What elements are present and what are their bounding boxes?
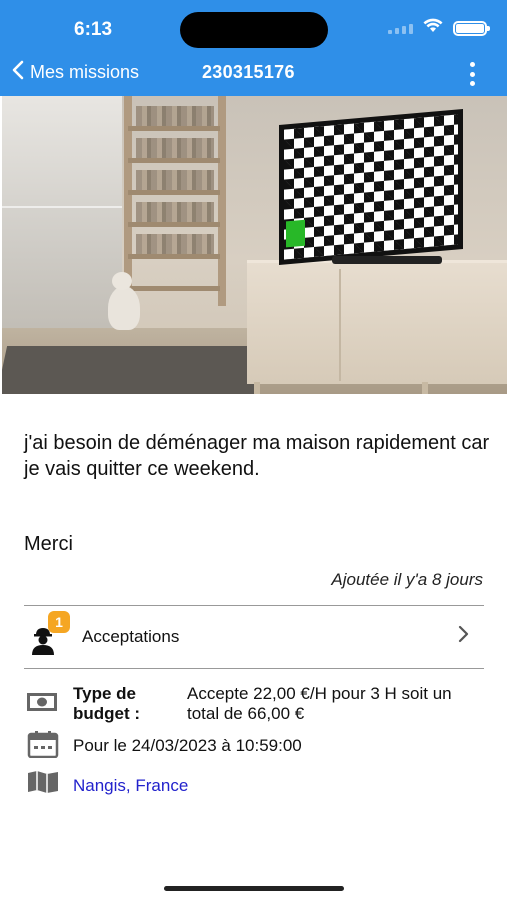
divider (24, 668, 484, 669)
back-button[interactable]: Mes missions (12, 60, 139, 85)
signal-icon (388, 22, 413, 34)
worker-icon: 1 (28, 611, 70, 657)
status-time: 6:13 (74, 19, 113, 40)
budget-value: Accepte 22,00 €/H pour 3 H soit un total… (187, 684, 452, 723)
acceptations-label: Acceptations (82, 627, 180, 646)
map-icon (26, 770, 60, 794)
tv-cabinet (247, 260, 507, 384)
television (279, 108, 463, 266)
app-header: 6:13 Mes missions 230315176 (0, 0, 507, 96)
money-icon (26, 690, 60, 714)
wifi-icon (423, 18, 443, 38)
page-title: 230315176 (202, 62, 295, 82)
acceptations-row[interactable]: 1 Acceptations (24, 606, 484, 668)
acceptations-count-badge: 1 (48, 611, 70, 633)
ladder-shelf (120, 96, 228, 306)
mission-description: j'ai besoin de déménager ma maison rapid… (24, 432, 490, 480)
mission-date: Pour le 24/03/2023 à 10:59:00 (73, 736, 302, 755)
rug (2, 346, 268, 394)
location-link[interactable]: Nangis, France (73, 776, 188, 796)
chevron-left-icon (12, 60, 24, 85)
calendar-icon (26, 730, 60, 758)
home-indicator (164, 886, 344, 891)
added-timestamp: Ajoutée il y'a 8 jours (331, 570, 483, 589)
dynamic-island (180, 12, 328, 48)
budget-type-label: Type de budget : (73, 684, 141, 723)
more-vertical-icon[interactable] (467, 62, 477, 86)
cat (108, 272, 140, 330)
chevron-right-icon (458, 624, 470, 649)
mission-closing: Merci (24, 533, 73, 555)
battery-icon (453, 20, 490, 36)
mission-photo (2, 96, 507, 394)
status-icons (388, 18, 490, 38)
back-label: Mes missions (30, 62, 140, 82)
